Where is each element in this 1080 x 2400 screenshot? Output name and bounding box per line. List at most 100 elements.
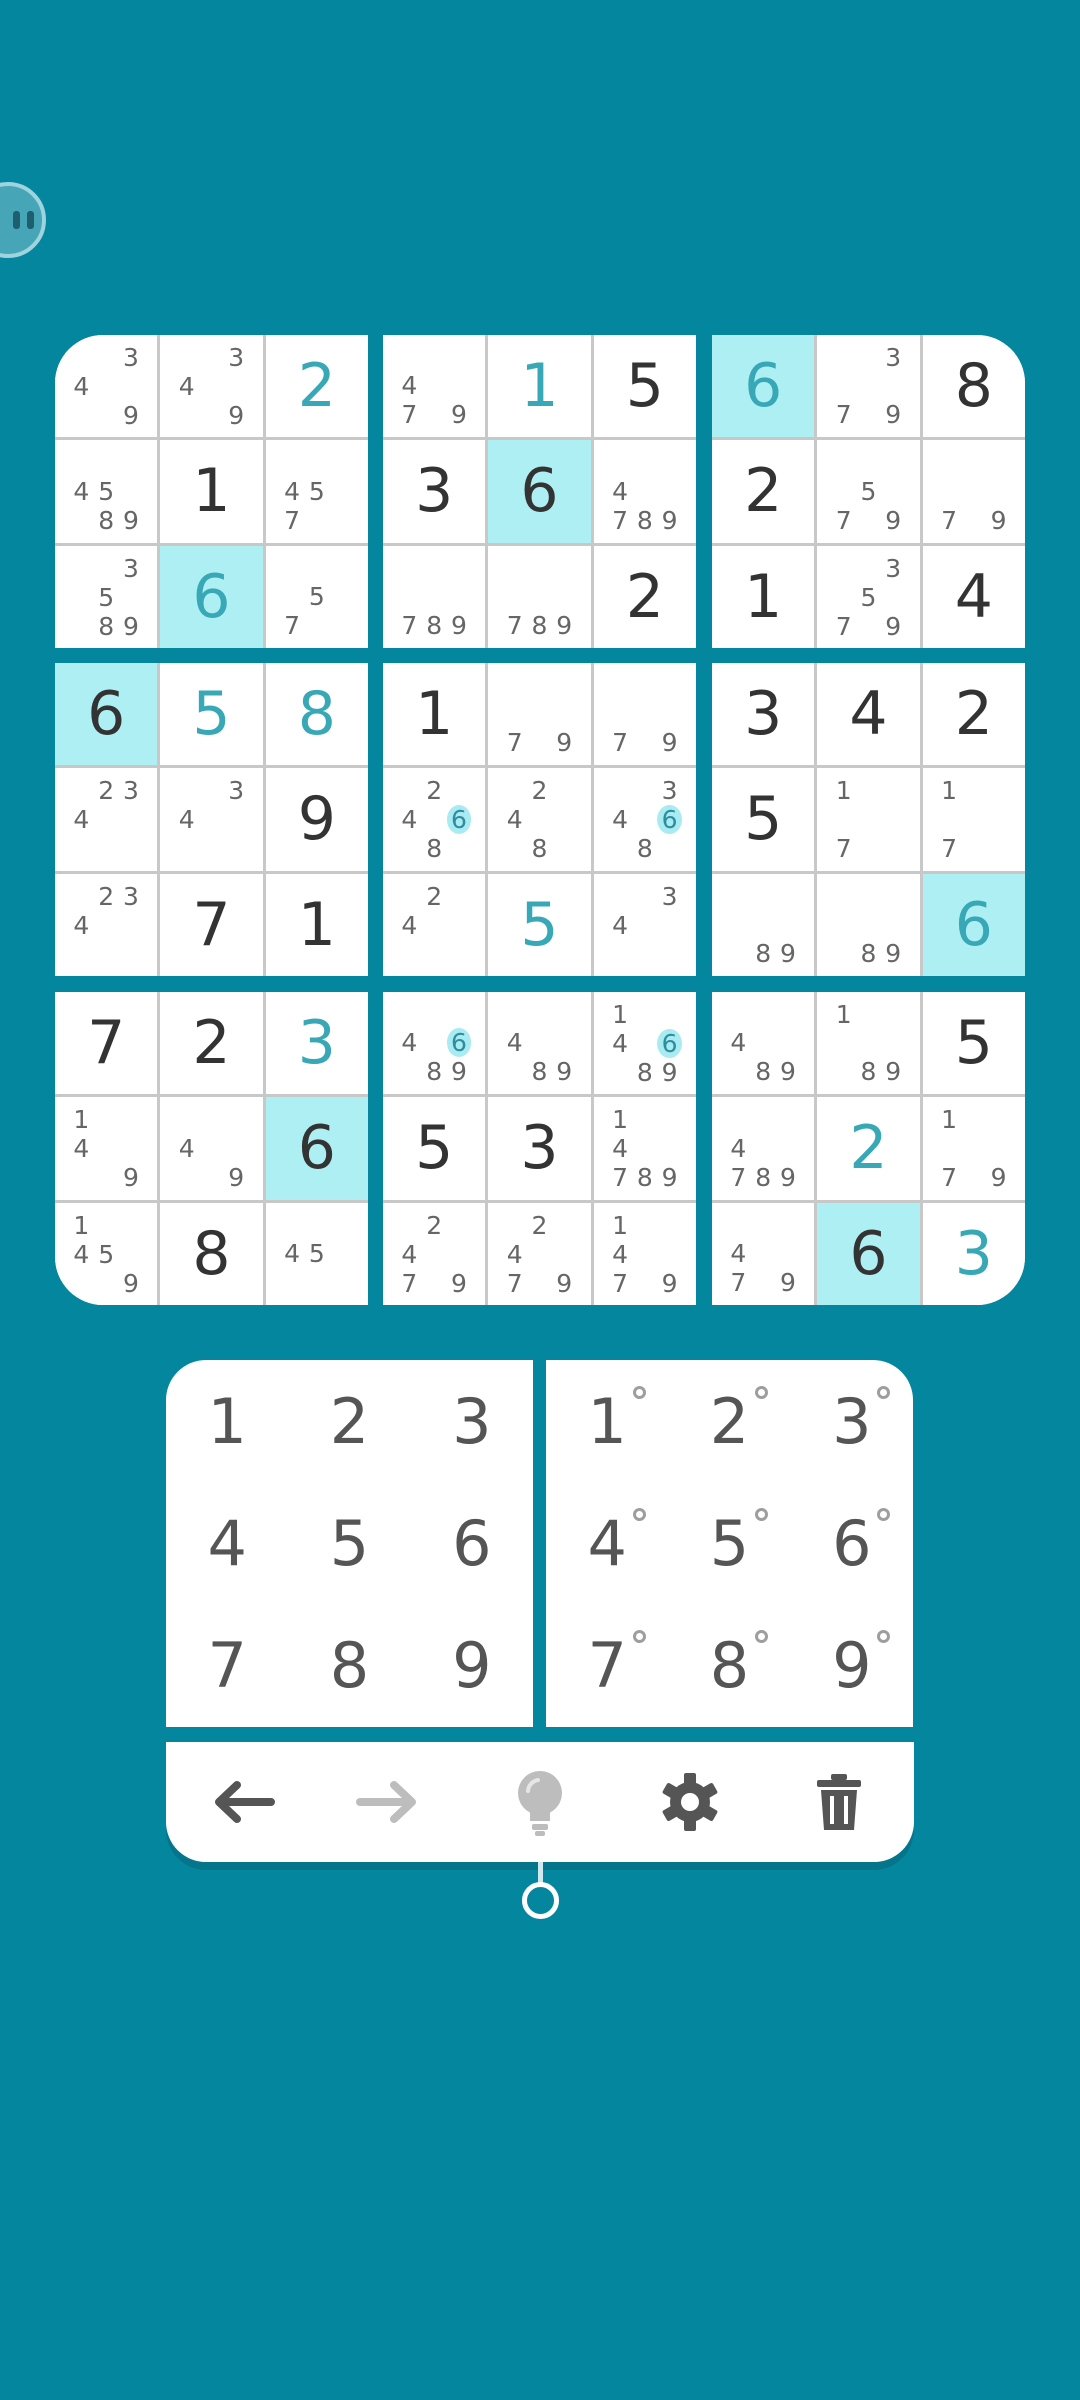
sudoku-cell[interactable]: 57	[265, 545, 368, 648]
sudoku-cell[interactable]: 5	[593, 335, 696, 438]
note-key-4[interactable]: 4	[546, 1482, 668, 1604]
sudoku-cell[interactable]: 1	[383, 663, 486, 766]
sudoku-cell[interactable]: 6	[817, 1202, 920, 1305]
sudoku-cell[interactable]: 3	[383, 440, 486, 543]
sudoku-cell[interactable]: 2	[593, 545, 696, 648]
sudoku-cell[interactable]: 24	[383, 873, 486, 976]
pause-button[interactable]	[0, 182, 46, 258]
number-key-9[interactable]: 9	[411, 1605, 533, 1727]
sudoku-cell[interactable]: 3 4 9	[160, 335, 263, 438]
note-key-3[interactable]: 3	[791, 1360, 913, 1482]
sudoku-cell[interactable]: 23 4	[55, 768, 158, 871]
sudoku-cell[interactable]: 6	[160, 545, 263, 648]
sudoku-cell[interactable]: 3 7 9	[817, 335, 920, 438]
number-key-2[interactable]: 2	[288, 1360, 410, 1482]
sudoku-cell[interactable]: 2	[265, 335, 368, 438]
sudoku-cell[interactable]: 8	[160, 1202, 263, 1305]
sudoku-cell[interactable]: 5	[922, 992, 1025, 1095]
sudoku-cell[interactable]: 45	[265, 1202, 368, 1305]
sudoku-cell[interactable]: 49	[160, 1097, 263, 1200]
sudoku-cell[interactable]: 3	[265, 992, 368, 1095]
sudoku-cell[interactable]: 3589	[55, 545, 158, 648]
note-key-1[interactable]: 1	[546, 1360, 668, 1482]
sudoku-cell[interactable]: 3	[922, 1202, 1025, 1305]
sudoku-cell[interactable]: 4789	[712, 1097, 815, 1200]
sudoku-cell[interactable]: 4	[817, 663, 920, 766]
redo-button[interactable]	[340, 1752, 440, 1852]
sudoku-cell[interactable]: 1	[712, 545, 815, 648]
sudoku-cell[interactable]: 47 9	[712, 1202, 815, 1305]
sudoku-cell[interactable]: 23 4	[55, 873, 158, 976]
sudoku-cell[interactable]: 34	[593, 873, 696, 976]
note-key-6[interactable]: 6	[791, 1482, 913, 1604]
sudoku-cell[interactable]: 89	[712, 873, 815, 976]
sudoku-cell[interactable]: 3 468	[593, 768, 696, 871]
sudoku-cell[interactable]: 357 9	[817, 545, 920, 648]
sudoku-cell[interactable]: 1 7 9	[922, 1097, 1025, 1200]
sudoku-cell[interactable]: 2	[160, 992, 263, 1095]
sudoku-cell[interactable]: 2468	[383, 768, 486, 871]
sudoku-cell[interactable]: 6	[488, 440, 591, 543]
number-key-3[interactable]: 3	[411, 1360, 533, 1482]
sudoku-cell[interactable]: 2	[922, 663, 1025, 766]
sudoku-cell[interactable]: 89	[817, 873, 920, 976]
sudoku-cell[interactable]: 34	[160, 768, 263, 871]
sudoku-cell[interactable]: 6	[55, 663, 158, 766]
sudoku-cell[interactable]: 5	[160, 663, 263, 766]
sudoku-cell[interactable]: 14789	[593, 1097, 696, 1200]
sudoku-cell[interactable]: 3 4 9	[55, 335, 158, 438]
sudoku-cell[interactable]: 17	[817, 768, 920, 871]
note-key-8[interactable]: 8	[668, 1605, 790, 1727]
sudoku-cell[interactable]: 1	[488, 335, 591, 438]
number-key-6[interactable]: 6	[411, 1482, 533, 1604]
sudoku-cell[interactable]: 7	[160, 873, 263, 976]
sudoku-cell[interactable]: 247 9	[488, 1202, 591, 1305]
sudoku-cell[interactable]: 17	[922, 768, 1025, 871]
clear-button[interactable]	[789, 1752, 889, 1852]
sudoku-cell[interactable]: 457	[265, 440, 368, 543]
number-key-7[interactable]: 7	[166, 1605, 288, 1727]
sudoku-cell[interactable]: 2	[712, 440, 815, 543]
sudoku-cell[interactable]: 7	[55, 992, 158, 1095]
sudoku-cell[interactable]: 248	[488, 768, 591, 871]
sudoku-cell[interactable]: 489	[712, 992, 815, 1095]
sudoku-cell[interactable]: 5	[712, 768, 815, 871]
sudoku-cell[interactable]: 1459	[55, 1202, 158, 1305]
number-key-4[interactable]: 4	[166, 1482, 288, 1604]
sudoku-cell[interactable]: 3	[712, 663, 815, 766]
sudoku-cell[interactable]: 47 9	[383, 335, 486, 438]
sudoku-cell[interactable]: 4	[922, 545, 1025, 648]
sudoku-cell[interactable]: 3	[488, 1097, 591, 1200]
sudoku-cell[interactable]: 5	[488, 873, 591, 976]
sudoku-cell[interactable]: 9	[265, 768, 368, 871]
note-key-7[interactable]: 7	[546, 1605, 668, 1727]
sudoku-cell[interactable]: 6	[922, 873, 1025, 976]
sudoku-cell[interactable]: 789	[488, 545, 591, 648]
sudoku-cell[interactable]: 189	[817, 992, 920, 1095]
sudoku-cell[interactable]: 4689	[383, 992, 486, 1095]
sudoku-cell[interactable]: 57 9	[817, 440, 920, 543]
hint-button[interactable]	[490, 1752, 590, 1852]
sudoku-cell[interactable]: 14689	[593, 992, 696, 1095]
sudoku-cell[interactable]: 79	[593, 663, 696, 766]
sudoku-cell[interactable]: 5	[383, 1097, 486, 1200]
number-key-8[interactable]: 8	[288, 1605, 410, 1727]
undo-button[interactable]	[191, 1752, 291, 1852]
tooltip-anchor[interactable]	[522, 1882, 559, 1919]
sudoku-cell[interactable]: 4789	[593, 440, 696, 543]
sudoku-cell[interactable]: 6	[265, 1097, 368, 1200]
sudoku-cell[interactable]: 789	[383, 545, 486, 648]
sudoku-cell[interactable]: 4589	[55, 440, 158, 543]
note-key-9[interactable]: 9	[791, 1605, 913, 1727]
sudoku-cell[interactable]: 247 9	[383, 1202, 486, 1305]
note-key-2[interactable]: 2	[668, 1360, 790, 1482]
sudoku-cell[interactable]: 8	[265, 663, 368, 766]
sudoku-cell[interactable]: 489	[488, 992, 591, 1095]
sudoku-cell[interactable]: 1	[265, 873, 368, 976]
sudoku-cell[interactable]: 147 9	[593, 1202, 696, 1305]
note-key-5[interactable]: 5	[668, 1482, 790, 1604]
sudoku-cell[interactable]: 14 9	[55, 1097, 158, 1200]
sudoku-cell[interactable]: 79	[922, 440, 1025, 543]
number-key-5[interactable]: 5	[288, 1482, 410, 1604]
sudoku-cell[interactable]: 6	[712, 335, 815, 438]
